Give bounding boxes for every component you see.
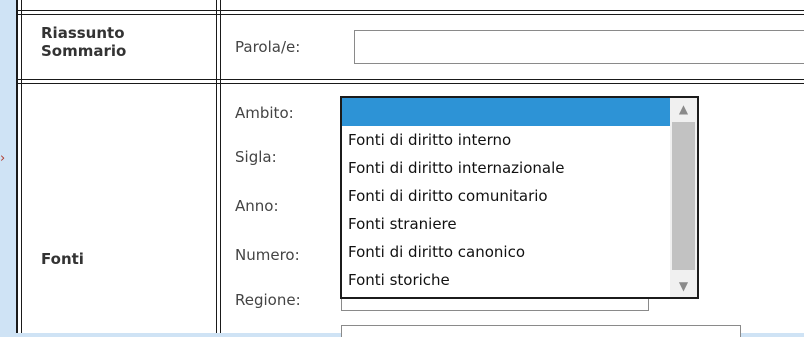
dropdown-option[interactable]: Fonti storiche	[348, 270, 450, 290]
row-divider-top-inner	[17, 14, 804, 15]
dropdown-option[interactable]: Fonti di diritto interno	[348, 130, 511, 150]
row-marker-icon: ›	[0, 151, 6, 166]
dropdown-scrollbar[interactable]: ▲ ▼	[670, 98, 697, 297]
numero-label: Numero:	[235, 246, 300, 264]
window-left-edge: ›	[0, 0, 16, 333]
ambito-label: Ambito:	[235, 104, 294, 122]
regione-label: Regione:	[235, 291, 301, 309]
dropdown-option[interactable]: Fonti straniere	[348, 214, 457, 234]
row-divider-mid-inner	[17, 83, 804, 84]
parola-input[interactable]	[354, 30, 804, 64]
form-border-left	[17, 0, 18, 333]
riassunto-label: Riassunto Sommario	[41, 24, 126, 60]
form-border-left-inner	[21, 0, 22, 333]
scroll-down-icon[interactable]: ▼	[670, 275, 697, 297]
parola-label: Parola/e:	[235, 38, 301, 56]
next-field-input[interactable]	[341, 325, 741, 337]
riassunto-label-line2: Sommario	[41, 42, 127, 60]
row-divider-top	[17, 10, 804, 11]
column-divider	[216, 0, 217, 333]
fonti-label: Fonti	[41, 250, 84, 268]
scroll-up-icon[interactable]: ▲	[670, 98, 697, 120]
dropdown-option[interactable]: Fonti di diritto canonico	[348, 242, 525, 262]
dropdown-selected-row[interactable]	[342, 98, 670, 126]
column-divider-inner	[220, 0, 221, 333]
anno-label: Anno:	[235, 197, 279, 215]
dropdown-option[interactable]: Fonti di diritto comunitario	[348, 186, 548, 206]
dropdown-option[interactable]: Fonti di diritto internazionale	[348, 158, 564, 178]
ambito-dropdown-list[interactable]: Fonti di diritto interno Fonti di diritt…	[340, 96, 699, 299]
row-divider-mid	[17, 79, 804, 80]
scroll-thumb[interactable]	[672, 122, 695, 270]
sigla-label: Sigla:	[235, 148, 277, 166]
riassunto-label-line1: Riassunto	[41, 24, 125, 42]
